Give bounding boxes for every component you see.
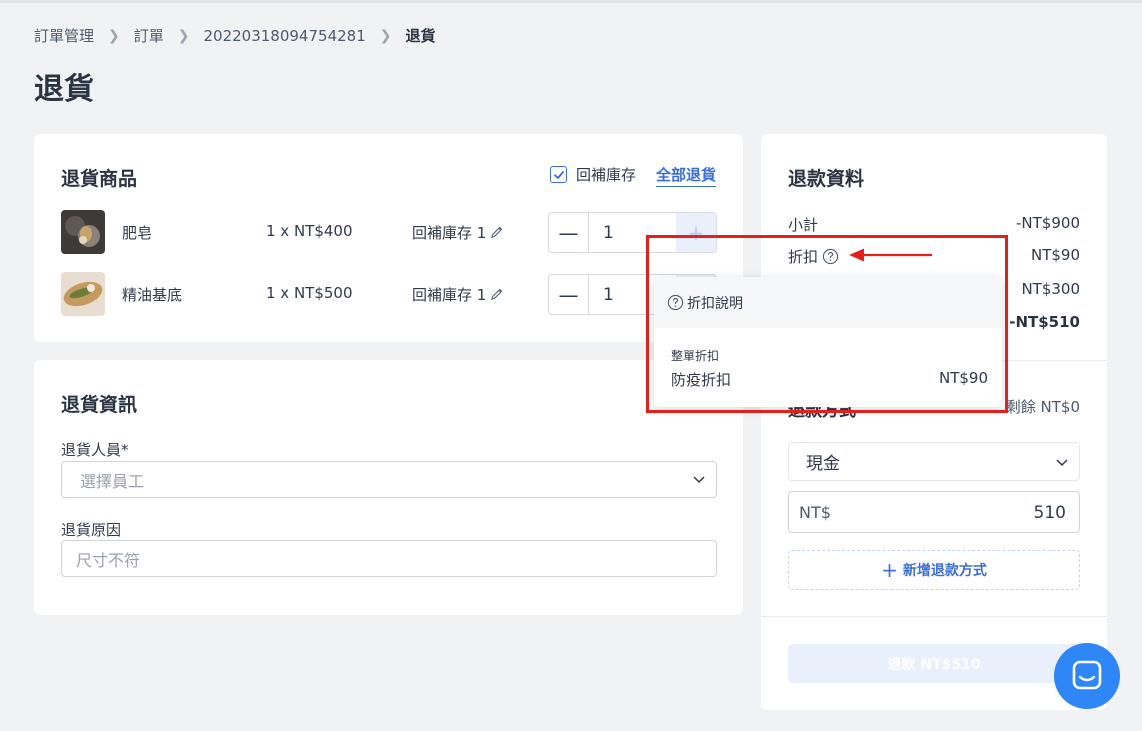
currency-prefix: NT$ [799, 503, 831, 522]
chat-launcher-button[interactable] [1054, 643, 1120, 709]
product-image [61, 272, 105, 316]
pencil-icon[interactable] [489, 287, 504, 302]
restock-label: 回補庫存 [576, 166, 637, 184]
refund-method-select[interactable]: 現金 [788, 442, 1080, 481]
plus-icon: + [881, 558, 898, 582]
remaining-amount: 剩餘 NT$0 [1005, 398, 1080, 416]
refund-method-value: 現金 [806, 454, 840, 474]
top-border [0, 0, 1142, 3]
divider [761, 616, 1107, 617]
chevron-right-icon: ❯ [108, 27, 120, 44]
item-price: 1 x NT$500 [266, 284, 353, 302]
refund-card: 退款資料 小計 -NT$900 折扣 NT$90 NT$300 -NT$510 … [761, 134, 1107, 710]
restock-checkbox[interactable] [550, 166, 567, 183]
reason-label: 退貨原因 [61, 521, 122, 539]
return-items-card: 退貨商品 回補庫存 全部退貨 肥皂 1 x NT$400 回補庫存 1 — 1 … [34, 134, 743, 342]
summary-row-value: NT$300 [1021, 280, 1080, 298]
refund-submit-button[interactable]: 退款 NT$510 [788, 644, 1080, 683]
restock-toggle[interactable]: 回補庫存 [550, 164, 636, 185]
chevron-down-icon [693, 476, 705, 484]
add-refund-method-button[interactable]: + 新增退款方式 [788, 550, 1080, 590]
annotation-highlight-box [646, 235, 1008, 413]
return-item-row: 肥皂 1 x NT$400 回補庫存 1 — 1 + [61, 210, 717, 254]
chat-icon [1072, 660, 1102, 690]
staff-placeholder: 選擇員工 [80, 471, 145, 491]
subtotal-value: -NT$900 [1016, 214, 1080, 232]
return-item-row: 精油基底 1 x NT$500 回補庫存 1 — 1 + [61, 272, 717, 316]
breadcrumb-orders-mgmt[interactable]: 訂單管理 [34, 25, 94, 46]
item-name: 精油基底 [122, 286, 183, 304]
item-restock[interactable]: 回補庫存 1 [412, 222, 504, 243]
return-info-card: 退貨資訊 退貨人員* 選擇員工 退貨原因 尺寸不符 [34, 360, 743, 615]
item-price: 1 x NT$400 [266, 222, 353, 240]
breadcrumb-orders[interactable]: 訂單 [134, 25, 164, 46]
refund-title: 退款資料 [788, 168, 865, 190]
decrement-button[interactable]: — [549, 275, 589, 314]
breadcrumb-current: 退貨 [405, 27, 436, 45]
chevron-down-icon [1056, 459, 1068, 467]
reason-placeholder: 尺寸不符 [76, 550, 141, 570]
decrement-button[interactable]: — [549, 213, 589, 252]
chevron-right-icon: ❯ [177, 27, 190, 44]
product-image [61, 210, 105, 254]
subtotal-row: 小計 -NT$900 [788, 214, 1080, 235]
return-all-link[interactable]: 全部退貨 [656, 164, 717, 187]
check-icon [553, 170, 564, 179]
item-restock-label: 回補庫存 1 [412, 224, 487, 242]
add-refund-method-label: 新增退款方式 [902, 563, 987, 579]
total-value: -NT$510 [1009, 313, 1080, 331]
item-restock-label: 回補庫存 1 [412, 286, 487, 304]
refund-amount-value: 510 [1033, 503, 1066, 523]
staff-select[interactable]: 選擇員工 [61, 461, 717, 498]
breadcrumb-order-id[interactable]: 20220318094754281 [204, 27, 366, 45]
discount-value: NT$90 [1030, 246, 1080, 264]
subtotal-label: 小計 [788, 216, 819, 234]
return-info-title: 退貨資訊 [61, 394, 138, 416]
item-name: 肥皂 [122, 224, 153, 242]
annotation-arrow-icon [849, 248, 932, 262]
item-restock[interactable]: 回補庫存 1 [412, 284, 504, 305]
page-title: 退貨 [34, 72, 94, 107]
breadcrumb: 訂單管理 ❯ 訂單 ❯ 20220318094754281 ❯ 退貨 [34, 25, 436, 46]
refund-amount-input[interactable]: NT$ 510 [788, 491, 1080, 533]
staff-label: 退貨人員* [61, 441, 129, 459]
reason-input[interactable]: 尺寸不符 [61, 540, 717, 577]
chevron-right-icon: ❯ [379, 27, 392, 44]
return-items-title: 退貨商品 [61, 168, 138, 190]
pencil-icon[interactable] [489, 225, 504, 240]
